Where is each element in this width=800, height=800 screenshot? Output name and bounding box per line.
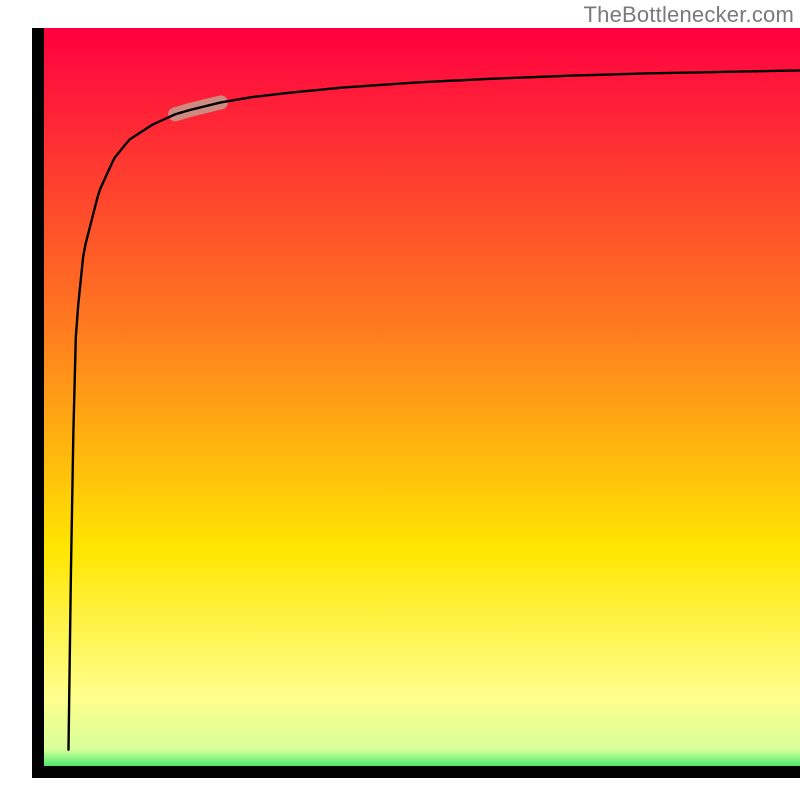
chart-svg [0, 0, 800, 800]
chart-stage: TheBottlenecker.com [0, 0, 800, 800]
plot-background [38, 28, 800, 772]
